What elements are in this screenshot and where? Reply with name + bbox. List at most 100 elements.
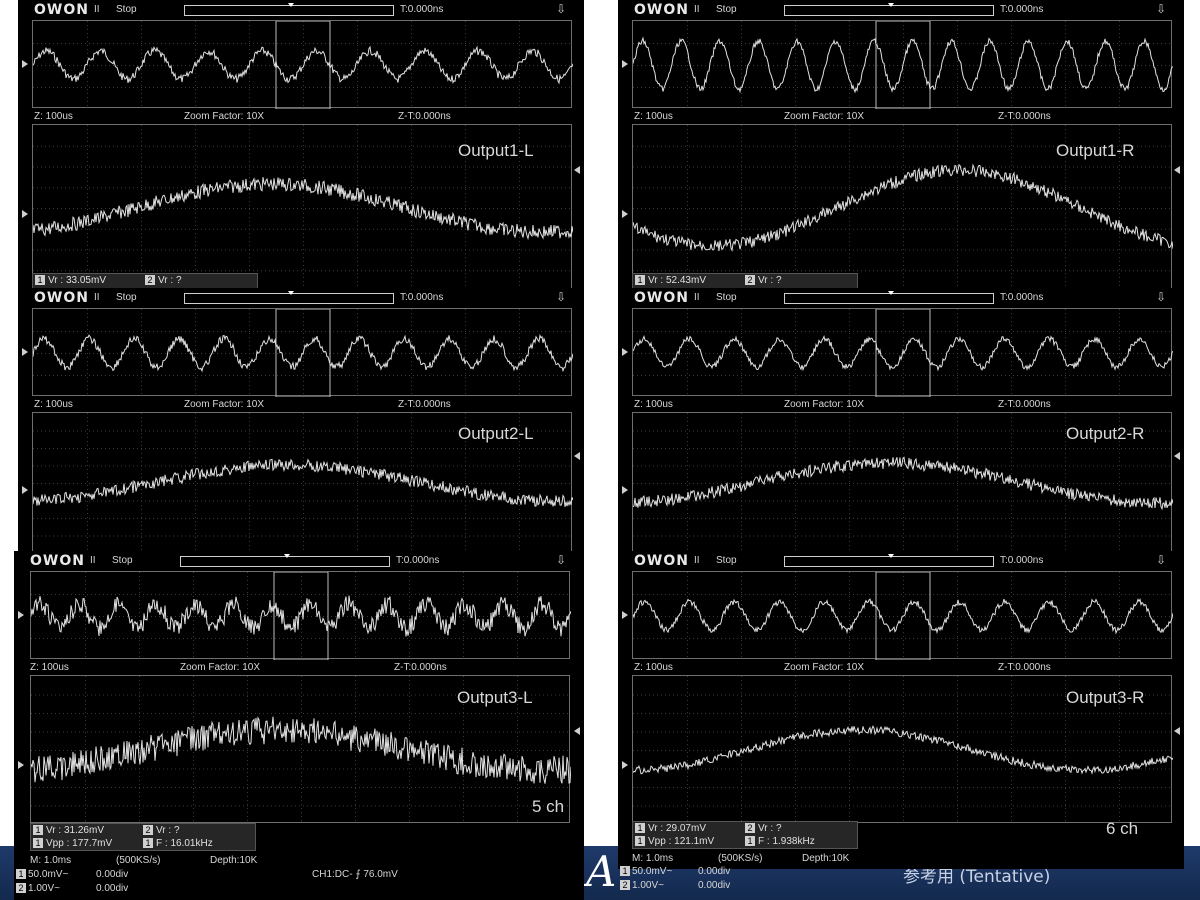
grid-dot (301, 331, 302, 332)
grid-dot (957, 29, 958, 30)
grid-dot (301, 208, 302, 209)
grid-dot (1133, 187, 1134, 189)
grid-dot (725, 145, 726, 147)
grid-dot (101, 228, 102, 230)
grid-dot (141, 509, 142, 510)
grid-dot (411, 69, 412, 70)
grid-dot (669, 270, 670, 272)
grid-dot (425, 65, 426, 66)
grid-dot (345, 65, 346, 66)
grid-dot (413, 87, 414, 88)
grid-dot (333, 208, 334, 209)
grid-dot (197, 166, 198, 168)
grid-dot (421, 187, 422, 189)
grid-dot (341, 249, 342, 251)
run-status: Stop (116, 292, 137, 303)
grid-dot (205, 228, 206, 230)
grid-dot (519, 529, 520, 530)
grid-dot (519, 285, 520, 286)
grid-dot (137, 145, 138, 147)
grid-dot (309, 331, 310, 332)
grid-dot (193, 375, 194, 376)
grid-dot (857, 270, 858, 272)
grid-dot (465, 385, 466, 386)
grid-dot (829, 145, 830, 147)
grid-dot (357, 253, 358, 254)
grid-dot (485, 65, 486, 66)
grid-dot (109, 145, 110, 147)
grid-dot (1073, 249, 1074, 251)
grid-dot (189, 228, 190, 230)
grid-dot (87, 357, 88, 358)
grid-dot (519, 513, 520, 514)
grid-dot (1049, 65, 1050, 66)
grid-dot (149, 331, 150, 332)
grid-dot (519, 321, 520, 322)
grid-dot (369, 375, 370, 376)
grid-dot (957, 45, 958, 46)
pause-icon[interactable]: II (94, 292, 100, 303)
grid-dot (1011, 173, 1012, 174)
grid-dot (321, 249, 322, 251)
grid-dot (411, 357, 412, 358)
grid-dot (1049, 145, 1050, 147)
grid-dot (249, 228, 250, 230)
grid-dot (377, 331, 378, 332)
grid-dot (969, 249, 970, 251)
grid-dot (381, 208, 382, 209)
grid-dot (849, 105, 850, 106)
grid-dot (1089, 43, 1090, 44)
grid-dot (1089, 187, 1090, 189)
grid-dot (687, 257, 688, 258)
grid-dot (873, 145, 874, 147)
grid-dot (937, 43, 938, 44)
grid-dot (253, 249, 254, 251)
grid-dot (941, 87, 942, 88)
grid-dot (393, 228, 394, 230)
grid-dot (1113, 187, 1114, 189)
grid-dot (565, 208, 566, 209)
grid-dot (1033, 65, 1034, 66)
pause-icon[interactable]: II (694, 4, 700, 15)
grid-dot (745, 166, 746, 168)
grid-dot (141, 449, 142, 450)
grid-dot (1121, 228, 1122, 230)
grid-dot (77, 270, 78, 272)
grid-dot (465, 337, 466, 338)
grid-dot (833, 228, 834, 230)
grid-dot (687, 89, 688, 90)
grid-dot (411, 309, 412, 310)
grid-dot (77, 375, 78, 376)
grid-dot (497, 87, 498, 88)
grid-dot (1119, 193, 1120, 194)
grid-dot (189, 270, 190, 272)
grid-dot (297, 187, 298, 189)
zoom-t: Z-T:0.000ns (398, 399, 451, 410)
grid-dot (469, 65, 470, 66)
grid-dot (205, 353, 206, 354)
grid-dot (1073, 65, 1074, 66)
grid-dot (1029, 249, 1030, 251)
grid-dot (57, 187, 58, 189)
grid-dot (281, 249, 282, 251)
grid-dot (85, 331, 86, 332)
trigger-position-bar[interactable] (184, 291, 394, 304)
grid-dot (1065, 69, 1066, 70)
grid-dot (313, 375, 314, 376)
grid-dot (93, 166, 94, 168)
grid-dot (741, 149, 742, 150)
grid-dot (697, 166, 698, 168)
trigger-position-bar[interactable] (784, 3, 994, 16)
grid-dot (301, 270, 302, 272)
pause-icon[interactable]: II (94, 4, 100, 15)
grid-dot (453, 249, 454, 251)
grid-dot (777, 208, 778, 209)
grid-dot (357, 129, 358, 130)
trigger-position-bar[interactable] (184, 3, 394, 16)
grid-dot (957, 43, 958, 44)
grid-dot (225, 87, 226, 88)
grid-dot (411, 545, 412, 546)
grid-dot (449, 166, 450, 168)
grid-dot (953, 65, 954, 66)
grid-dot (881, 87, 882, 88)
